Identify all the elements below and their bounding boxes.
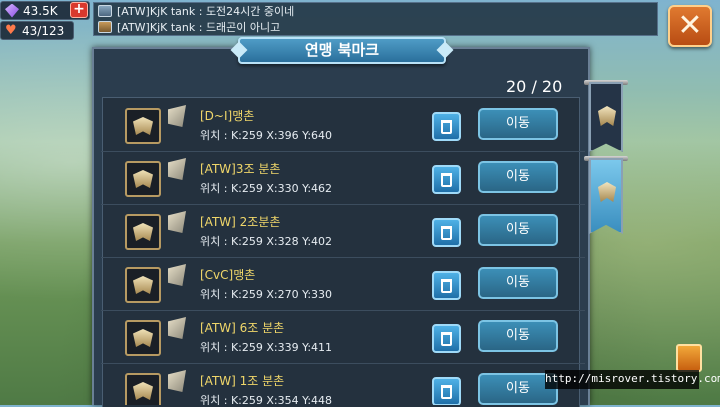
close-button[interactable]: ✕	[668, 5, 712, 47]
guild-emblem-icon	[125, 108, 161, 144]
bookmark-row: [D~I]맹촌 위치 : K:259 X:396 Y:640 이동	[101, 100, 585, 152]
delete-bookmark-button[interactable]	[432, 112, 461, 141]
chat-message: 도전24시간 중이네	[205, 5, 295, 18]
bookmark-name: [ATW] 2조분촌	[200, 215, 281, 229]
bookmark-name: [ATW] 1조 분촌	[200, 374, 285, 388]
move-button[interactable]: 이동	[478, 320, 558, 352]
delete-bookmark-button[interactable]	[432, 165, 461, 194]
bookmark-position: 위치 : K:259 X:330 Y:462	[200, 182, 333, 195]
trash-icon	[441, 278, 452, 293]
chat-preview[interactable]: [ATW]KjK tank : 도전24시간 중이네 [ATW]KjK tank…	[93, 2, 658, 36]
guild-emblem-icon	[125, 161, 161, 197]
gem-icon	[5, 3, 19, 18]
watermark: http://misrover.tistory.com	[545, 370, 720, 389]
bookmark-name: [ATW] 6조 분촌	[200, 321, 285, 335]
tab-guild-bookmarks[interactable]	[589, 82, 623, 152]
chat-line: [ATW]KjK tank : 도전24시간 중이네	[94, 3, 657, 19]
chat-line: [ATW]KjK tank : 드래곤이 아니고	[94, 19, 657, 35]
bookmark-counter: 20 / 20	[506, 77, 563, 96]
tab-personal-bookmarks[interactable]	[589, 158, 623, 234]
heart-icon: ♥	[5, 22, 17, 38]
guild-emblem-icon	[125, 320, 161, 356]
trash-icon	[441, 172, 452, 187]
move-button[interactable]: 이동	[478, 108, 558, 140]
chat-message: 드래곤이 아니고	[205, 21, 281, 34]
helmet-icon	[598, 106, 616, 126]
guild-emblem-icon	[125, 214, 161, 250]
bookmark-row: [ATW] 1조 분촌 위치 : K:259 X:354 Y:448 이동	[101, 365, 585, 405]
bookmark-position: 위치 : K:259 X:339 Y:411	[200, 341, 333, 354]
chat-avatar-icon	[98, 21, 112, 33]
bookmark-name: [D~I]맹촌	[200, 109, 255, 123]
chat-sender: [ATW]KjK tank	[117, 20, 196, 34]
hp-value: 43/123	[22, 23, 65, 38]
flag-icon	[168, 370, 186, 392]
delete-bookmark-button[interactable]	[432, 324, 461, 353]
panel-title: 연맹 북마크	[238, 37, 446, 64]
bookmark-row: [CvC]맹촌 위치 : K:259 X:270 Y:330 이동	[101, 259, 585, 311]
gift-icon[interactable]	[676, 344, 702, 372]
bookmark-row: [ATW]3조 분촌 위치 : K:259 X:330 Y:462 이동	[101, 153, 585, 205]
move-button[interactable]: 이동	[478, 214, 558, 246]
flag-icon	[168, 105, 186, 127]
plus-icon: +	[73, 1, 85, 17]
bookmark-position: 위치 : K:259 X:328 Y:402	[200, 235, 333, 248]
bookmark-position: 위치 : K:259 X:354 Y:448	[200, 394, 333, 405]
bookmark-name: [ATW]3조 분촌	[200, 162, 281, 176]
flag-icon	[168, 211, 186, 233]
flag-icon	[168, 264, 186, 286]
guild-emblem-icon	[125, 373, 161, 405]
trash-icon	[441, 384, 452, 399]
bookmark-row: [ATW] 2조분촌 위치 : K:259 X:328 Y:402 이동	[101, 206, 585, 258]
add-gems-button[interactable]: +	[70, 2, 88, 18]
flag-icon	[168, 317, 186, 339]
bookmark-name: [CvC]맹촌	[200, 268, 256, 282]
guild-emblem-icon	[598, 182, 616, 202]
delete-bookmark-button[interactable]	[432, 218, 461, 247]
trash-icon	[441, 119, 452, 134]
flag-icon	[168, 158, 186, 180]
chat-sender: [ATW]KjK tank	[117, 4, 196, 18]
trash-icon	[441, 331, 452, 346]
trash-icon	[441, 225, 452, 240]
guild-emblem-icon	[125, 267, 161, 303]
bookmark-row: [ATW] 6조 분촌 위치 : K:259 X:339 Y:411 이동	[101, 312, 585, 364]
hp-resource: ♥ 43/123	[0, 21, 74, 40]
bookmark-position: 위치 : K:259 X:270 Y:330	[200, 288, 333, 301]
bookmark-position: 위치 : K:259 X:396 Y:640	[200, 129, 333, 142]
gems-value: 43.5K	[23, 3, 58, 18]
close-icon: ✕	[677, 8, 703, 43]
move-button[interactable]: 이동	[478, 161, 558, 193]
delete-bookmark-button[interactable]	[432, 377, 461, 405]
delete-bookmark-button[interactable]	[432, 271, 461, 300]
chat-avatar-icon	[98, 5, 112, 17]
move-button[interactable]: 이동	[478, 267, 558, 299]
